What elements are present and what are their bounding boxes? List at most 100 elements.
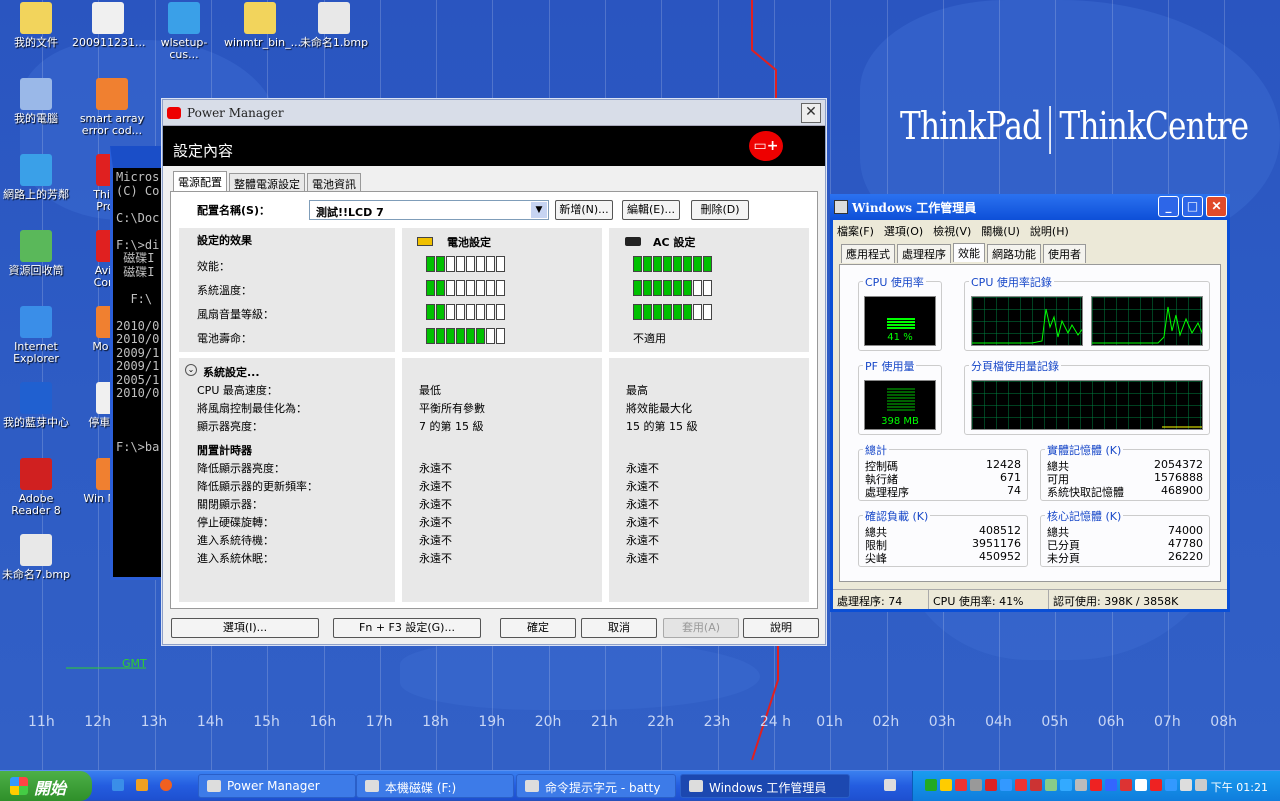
desktop-icon[interactable]: Internet Explorer bbox=[0, 306, 72, 365]
tray-icon[interactable] bbox=[985, 779, 997, 791]
cmd-window[interactable]: 命 Micros (C) Co C:\Doc F:\>di 磁碟I 磁碟I F:… bbox=[110, 146, 164, 580]
cpu-usage-group: CPU 使用率 41 % bbox=[858, 274, 942, 351]
power-manager-titlebar[interactable]: Power Manager bbox=[163, 100, 825, 126]
close-button[interactable]: ✕ bbox=[801, 103, 821, 123]
desktop-icon[interactable]: 未命名7.bmp bbox=[0, 534, 72, 581]
cancel-button[interactable]: 取消 bbox=[581, 618, 657, 638]
tray-icon[interactable] bbox=[925, 779, 937, 791]
tray-icon[interactable] bbox=[1030, 779, 1042, 791]
level-segment bbox=[703, 280, 712, 296]
desktop-icon[interactable]: 200911231... bbox=[72, 2, 145, 49]
desktop-icon-label: smart array error cod... bbox=[79, 112, 145, 137]
level-segment bbox=[446, 304, 455, 320]
taskbar-button[interactable]: Power Manager bbox=[198, 774, 356, 798]
options-button[interactable]: 選項(I)... bbox=[171, 618, 319, 638]
apply-button[interactable]: 套用(A) bbox=[663, 618, 739, 638]
menu-help[interactable]: 說明(H) bbox=[1030, 223, 1069, 238]
taskbar-button[interactable]: Windows 工作管理員 bbox=[680, 774, 850, 798]
tray-icon[interactable] bbox=[1105, 779, 1117, 791]
menu-view[interactable]: 檢視(V) bbox=[933, 223, 971, 238]
tray-icon[interactable] bbox=[955, 779, 967, 791]
commit-charge-title: 確認負載 (K) bbox=[863, 508, 931, 524]
tab-performance[interactable]: 效能 bbox=[953, 243, 985, 262]
tray-icon[interactable] bbox=[940, 779, 952, 791]
ie-quicklaunch-icon[interactable] bbox=[112, 779, 124, 791]
desktop-icon[interactable]: 未命名1.bmp bbox=[298, 2, 370, 49]
show-desktop-icon[interactable] bbox=[884, 779, 896, 791]
tab-applications[interactable]: 應用程式 bbox=[841, 244, 895, 263]
tab-networking[interactable]: 網路功能 bbox=[987, 244, 1041, 263]
maximize-button[interactable]: □ bbox=[1182, 196, 1203, 217]
tab-users[interactable]: 使用者 bbox=[1043, 244, 1086, 263]
status-cpu: CPU 使用率: 41% bbox=[929, 590, 1049, 609]
desktop-icon[interactable]: 我的文件 bbox=[0, 2, 72, 49]
hour-label: 22h bbox=[647, 714, 674, 730]
tray-icon[interactable] bbox=[1090, 779, 1102, 791]
menu-file[interactable]: 檔案(F) bbox=[837, 223, 874, 238]
task-manager-titlebar[interactable]: Windows 工作管理員 _ □ ✕ bbox=[830, 194, 1230, 220]
close-button[interactable]: ✕ bbox=[1206, 196, 1227, 217]
hour-label: 03h bbox=[928, 714, 956, 730]
desktop-icon[interactable]: wlsetup-cus... bbox=[148, 2, 220, 61]
new-button[interactable]: 新增(N)... bbox=[555, 200, 613, 220]
window-title: Power Manager bbox=[187, 105, 284, 120]
battery-plus-icon: ▭+ bbox=[749, 131, 783, 161]
tray-icon[interactable] bbox=[1045, 779, 1057, 791]
level-segment bbox=[663, 256, 672, 272]
menu-shutdown[interactable]: 關機(U) bbox=[981, 223, 1020, 238]
desktop-icon[interactable]: 網路上的芳鄰 bbox=[0, 154, 72, 201]
power-manager-icon bbox=[167, 106, 181, 119]
desktop-icon[interactable]: 我的電腦 bbox=[0, 78, 72, 125]
tray-icon[interactable] bbox=[1075, 779, 1087, 791]
desktop-icon-label: 我的藍芽中心 bbox=[3, 416, 69, 429]
pf-usage-title: PF 使用量 bbox=[863, 358, 917, 374]
level-segment bbox=[693, 304, 702, 320]
bitmap-file-icon bbox=[20, 534, 52, 566]
task-manager-window[interactable]: Windows 工作管理員 _ □ ✕ 檔案(F) 選項(O) 檢視(V) 關機… bbox=[830, 194, 1230, 612]
ok-button[interactable]: 確定 bbox=[500, 618, 576, 638]
taskbar-button[interactable]: 命令提示字元 - batty bbox=[516, 774, 676, 798]
desktop-icon[interactable]: Adobe Reader 8 bbox=[0, 458, 72, 517]
menu-options[interactable]: 選項(O) bbox=[884, 223, 923, 238]
system-setting-battery: 平衡所有參數 bbox=[419, 402, 485, 415]
tray-icon[interactable] bbox=[1180, 779, 1192, 791]
chevron-down-icon[interactable]: ▼ bbox=[531, 202, 547, 218]
tray-icon[interactable] bbox=[1135, 779, 1147, 791]
expand-icon[interactable]: ⌄ bbox=[185, 364, 197, 376]
system-heading[interactable]: 系統設定... bbox=[203, 364, 260, 380]
timer-ac: 永遠不 bbox=[626, 462, 659, 475]
tray-icon[interactable] bbox=[1060, 779, 1072, 791]
taskbar-button[interactable]: 本機磁碟 (F:) bbox=[356, 774, 514, 798]
tray-icon[interactable] bbox=[1165, 779, 1177, 791]
stat-value: 450952 bbox=[979, 550, 1021, 563]
desktop-icon[interactable]: 資源回收筒 bbox=[0, 230, 72, 277]
fn-f3-settings-button[interactable]: Fn + F3 設定(G)... bbox=[333, 618, 481, 638]
tray-icon[interactable] bbox=[1120, 779, 1132, 791]
help-button[interactable]: 說明 bbox=[743, 618, 819, 638]
clock[interactable]: 下午 01:21 bbox=[1211, 779, 1268, 795]
desktop-icon[interactable]: smart array error cod... bbox=[76, 78, 148, 137]
minimize-button[interactable]: _ bbox=[1158, 196, 1179, 217]
timer-battery: 永遠不 bbox=[419, 516, 452, 529]
tab-processes[interactable]: 處理程序 bbox=[897, 244, 951, 263]
tray-icon[interactable] bbox=[970, 779, 982, 791]
app-quicklaunch-icon[interactable] bbox=[136, 779, 148, 791]
hour-label: 05h bbox=[1041, 714, 1069, 730]
desktop-icon[interactable]: winmtr_bin_... bbox=[224, 2, 301, 49]
level-segment bbox=[653, 256, 662, 272]
windows-setup-icon bbox=[168, 2, 200, 34]
profile-select[interactable]: 測試!!LCD 7 ▼ bbox=[309, 200, 549, 220]
power-manager-window[interactable]: Power Manager ✕ 設定內容 ▭+ 電源配置 整體電源設定 電池資訊… bbox=[162, 99, 826, 645]
tray-icon[interactable] bbox=[1195, 779, 1207, 791]
desktop-icon[interactable]: 我的藍芽中心 bbox=[0, 382, 72, 429]
stat-label: 尖峰 bbox=[865, 552, 887, 565]
tray-icon[interactable] bbox=[1015, 779, 1027, 791]
start-button[interactable]: 開始 bbox=[0, 771, 92, 801]
edit-button[interactable]: 編輯(E)... bbox=[622, 200, 680, 220]
tray-icon[interactable] bbox=[1150, 779, 1162, 791]
tray-icon[interactable] bbox=[1000, 779, 1012, 791]
cpu-usage-value: 41 % bbox=[887, 332, 913, 343]
firefox-quicklaunch-icon[interactable] bbox=[160, 779, 172, 791]
delete-button[interactable]: 刪除(D) bbox=[691, 200, 749, 220]
stat-label: 系統快取記憶體 bbox=[1047, 486, 1124, 499]
